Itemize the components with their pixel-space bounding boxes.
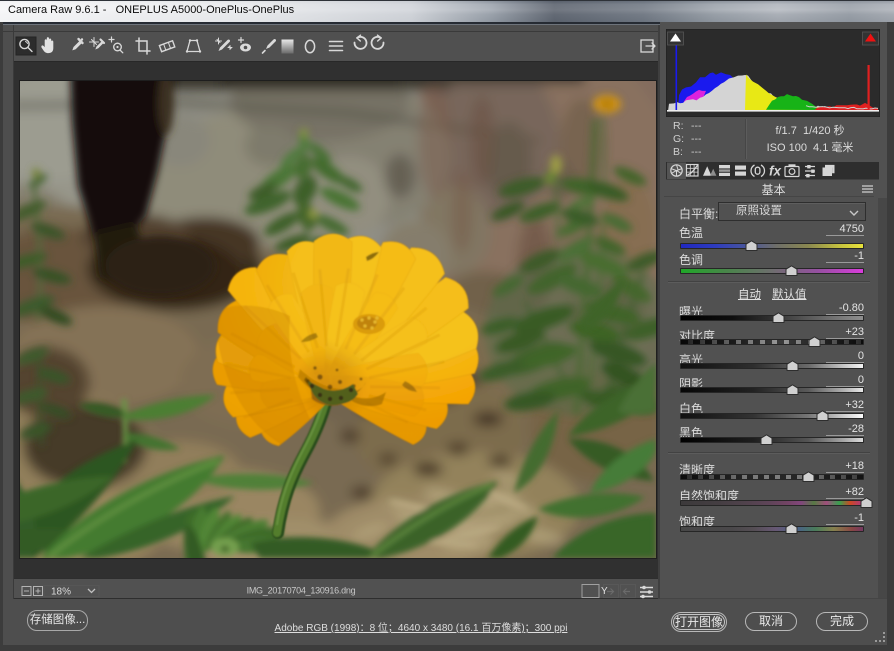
- svg-text:18%: 18%: [51, 587, 71, 598]
- svg-text:IMG_20170704_130916.dng: IMG_20170704_130916.dng: [247, 586, 356, 596]
- svg-text:fx: fx: [769, 164, 781, 179]
- svg-text:Y: Y: [601, 586, 608, 597]
